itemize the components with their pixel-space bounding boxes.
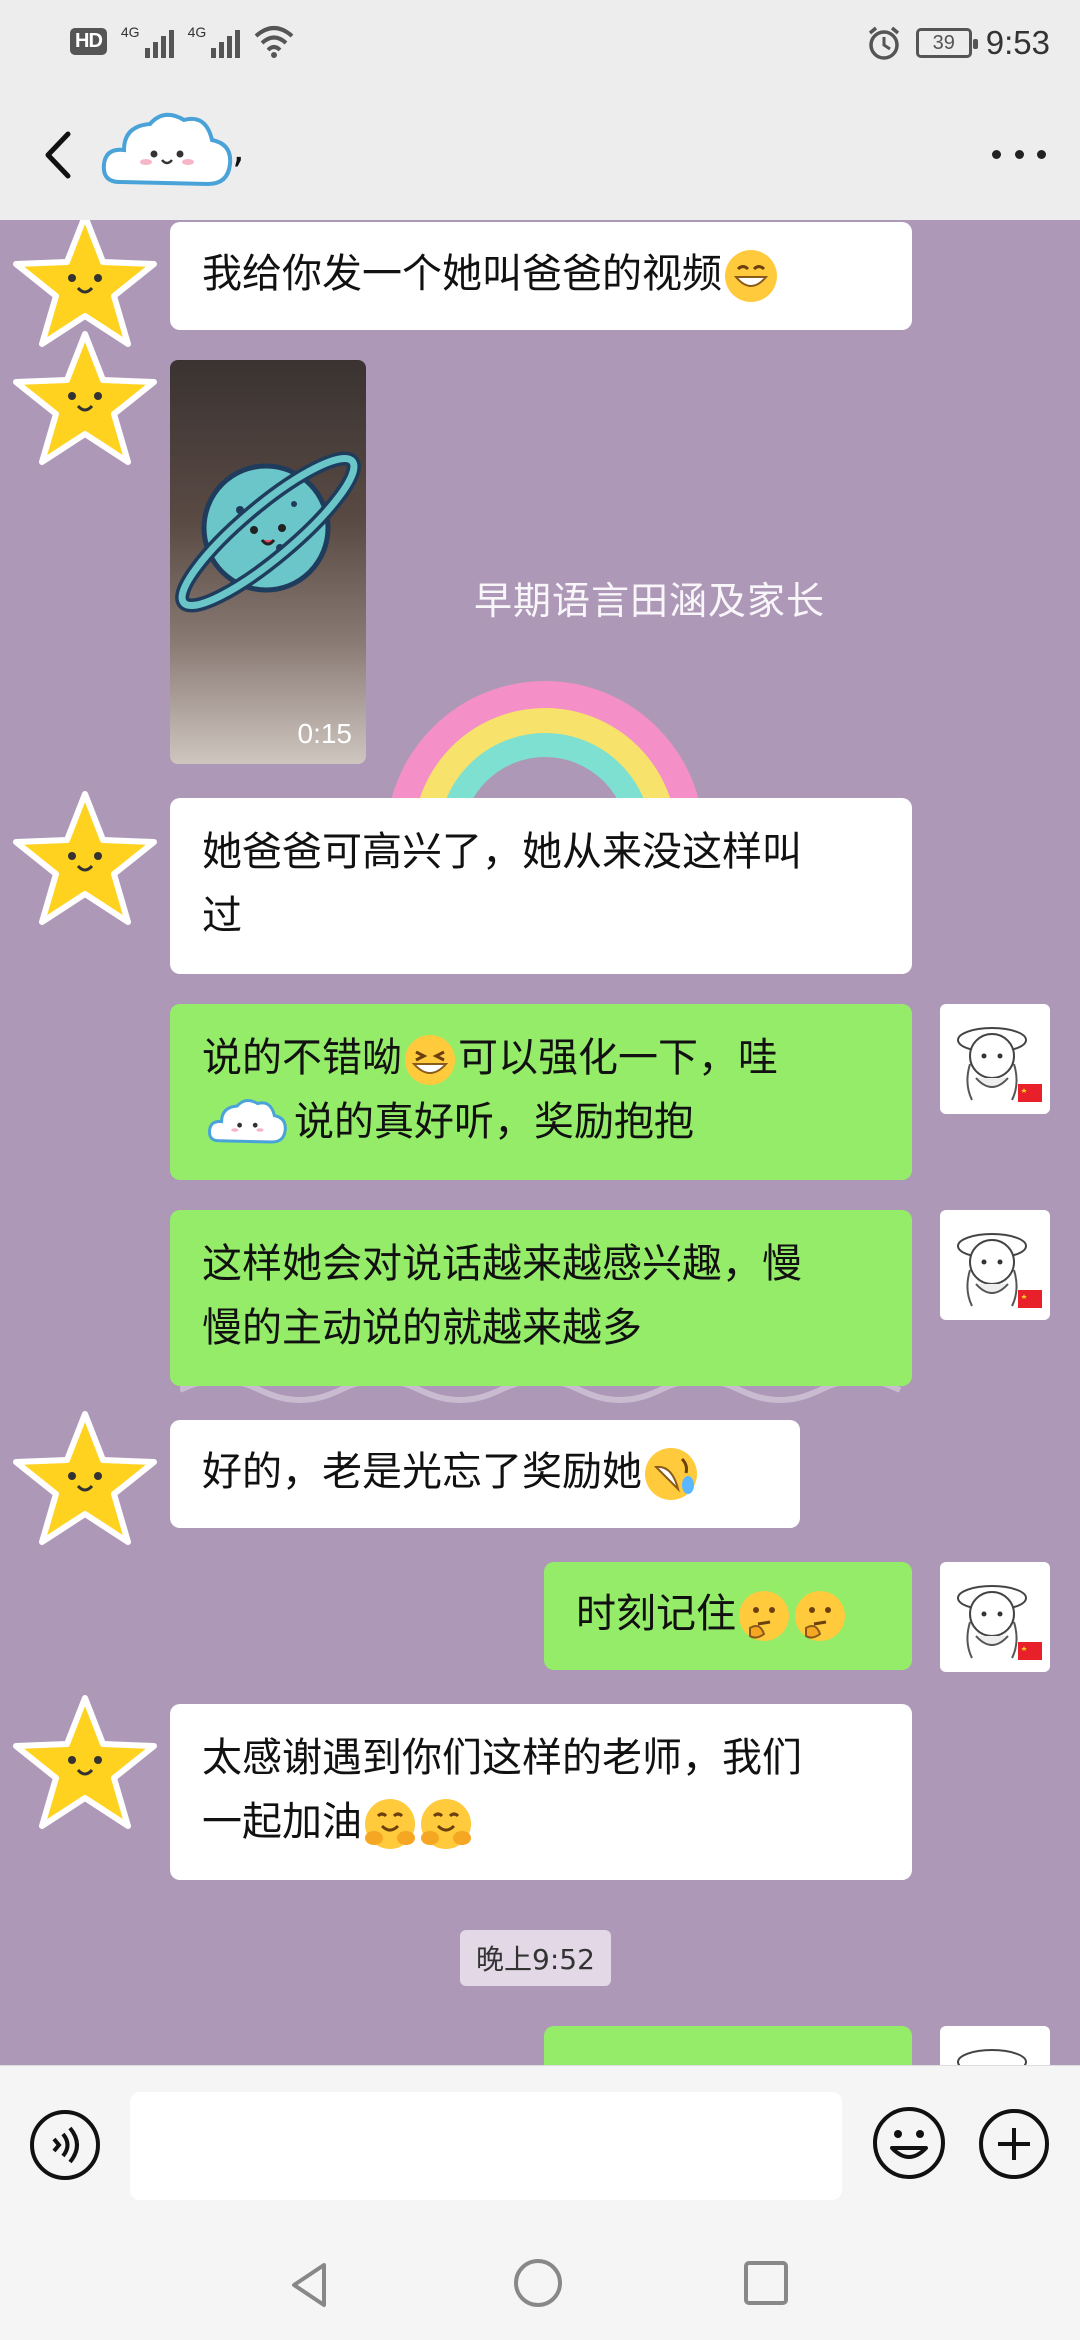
clock-time: 9:53 bbox=[985, 24, 1050, 61]
message-input[interactable] bbox=[130, 2092, 842, 2200]
nav-home-icon[interactable] bbox=[508, 2253, 568, 2313]
hd-badge: HD bbox=[70, 27, 107, 55]
rolling-on-floor-laughing-icon bbox=[645, 1448, 697, 1500]
status-bar: HD 4G 4G 39 9:53 bbox=[0, 0, 1080, 90]
message-text: 我给你发一个她叫爸爸的视频 bbox=[202, 251, 722, 297]
wifi-icon bbox=[254, 26, 294, 58]
my-avatar[interactable] bbox=[940, 1562, 1050, 1672]
status-left: HD 4G 4G bbox=[70, 24, 294, 58]
message-text-line: 太感谢遇到你们这样的老师，我们 bbox=[202, 1735, 802, 1781]
star-sticker-icon bbox=[13, 331, 157, 465]
alarm-icon bbox=[868, 26, 899, 60]
network-type-label: 4G bbox=[187, 24, 207, 40]
my-avatar[interactable] bbox=[940, 1210, 1050, 1320]
message-bubble-outgoing[interactable] bbox=[544, 2026, 912, 2065]
message-bubble-incoming[interactable]: 太感谢遇到你们这样的老师，我们 一起加油 bbox=[170, 1704, 912, 1880]
message-bubble-outgoing[interactable]: 说的不错呦 可以强化一下，哇 说的真好听，奖励抱抱 bbox=[170, 1004, 912, 1180]
hugging-face-icon bbox=[365, 1799, 415, 1849]
message-bubble-incoming[interactable]: 她爸爸可高兴了，她从来没这样叫 过 bbox=[170, 798, 912, 974]
message-text-line: 慢的主动说的就越来越多 bbox=[202, 1305, 642, 1351]
contact-avatar[interactable] bbox=[13, 220, 157, 347]
message-bubble-outgoing[interactable]: 这样她会对说话越来越感兴趣，慢 慢的主动说的就越来越多 bbox=[170, 1210, 912, 1386]
grinning-face-icon bbox=[725, 250, 777, 302]
background-overlay-text: 早期语言田涵及家长 bbox=[474, 579, 826, 623]
girl-sketch-avatar-icon bbox=[957, 1027, 1042, 1102]
planet-sticker-icon bbox=[175, 451, 361, 613]
message-timestamp: 晚上9:52 bbox=[460, 1930, 611, 1986]
message-text: 说的不错呦 bbox=[202, 1035, 402, 1081]
message-text: 说的真好听，奖励抱抱 bbox=[294, 1099, 694, 1145]
chat-title: , bbox=[232, 126, 245, 172]
signal-icon: 4G bbox=[121, 24, 174, 58]
contact-avatar[interactable] bbox=[13, 331, 157, 465]
thinking-face-icon bbox=[739, 1591, 789, 1641]
message-text: 好的，老是光忘了奖励她 bbox=[202, 1449, 642, 1495]
star-sticker-icon bbox=[13, 791, 157, 925]
battery-icon: 39 bbox=[915, 28, 978, 58]
status-right: 39 9:53 bbox=[866, 24, 1050, 62]
my-avatar[interactable] bbox=[940, 1004, 1050, 1114]
contact-avatar[interactable] bbox=[13, 1411, 157, 1545]
thinking-face-icon bbox=[795, 1591, 845, 1641]
emoji-icon[interactable] bbox=[870, 2104, 948, 2182]
video-duration: 0:15 bbox=[297, 718, 353, 749]
message-text-line: 过 bbox=[202, 893, 242, 939]
girl-sketch-avatar-icon bbox=[957, 1585, 1042, 1660]
contact-avatar[interactable] bbox=[13, 1695, 157, 1829]
grinning-squinting-face-icon bbox=[405, 1035, 455, 1085]
more-icon[interactable] bbox=[992, 144, 1046, 164]
girl-sketch-avatar-icon bbox=[957, 1233, 1042, 1308]
chat-area[interactable]: 早期语言田涵及家长 我给你发一个她叫爸爸的视频 0:15 她爸爸可高兴了，她从来… bbox=[0, 220, 1080, 2065]
signal-icon: 4G bbox=[188, 24, 241, 58]
message-text-line: 一起加油 bbox=[202, 1799, 362, 1845]
message-text: 可以强化一下，哇 bbox=[458, 1035, 778, 1081]
message-bubble-outgoing[interactable]: 时刻记住 bbox=[544, 1562, 912, 1670]
voice-icon[interactable] bbox=[28, 2108, 102, 2182]
network-type-label: 4G bbox=[120, 24, 140, 40]
girl-sketch-avatar-icon bbox=[957, 2049, 1027, 2065]
video-message[interactable]: 0:15 bbox=[170, 360, 366, 764]
message-text-line: 这样她会对说话越来越感兴趣，慢 bbox=[202, 1241, 802, 1287]
star-sticker-icon bbox=[13, 1411, 157, 1545]
input-bar bbox=[0, 2065, 1080, 2225]
message-text: 时刻记住 bbox=[576, 1591, 736, 1637]
cloud-sticker-icon bbox=[207, 1099, 287, 1144]
hugging-face-icon bbox=[421, 1799, 471, 1849]
cloud-sticker-icon bbox=[101, 112, 233, 187]
plus-icon[interactable] bbox=[976, 2106, 1052, 2182]
contact-avatar[interactable] bbox=[13, 791, 157, 925]
message-text-line: 她爸爸可高兴了，她从来没这样叫 bbox=[202, 829, 802, 875]
nav-back-icon[interactable] bbox=[280, 2255, 340, 2315]
chat-header: , bbox=[0, 90, 1080, 220]
star-sticker-icon bbox=[13, 1695, 157, 1829]
back-icon[interactable] bbox=[30, 120, 90, 190]
nav-recent-apps-icon[interactable] bbox=[738, 2255, 794, 2311]
message-bubble-incoming[interactable]: 我给你发一个她叫爸爸的视频 bbox=[170, 222, 912, 330]
my-avatar[interactable] bbox=[940, 2026, 1050, 2065]
message-bubble-incoming[interactable]: 好的，老是光忘了奖励她 bbox=[170, 1420, 800, 1528]
system-navigation-bar bbox=[0, 2225, 1080, 2340]
